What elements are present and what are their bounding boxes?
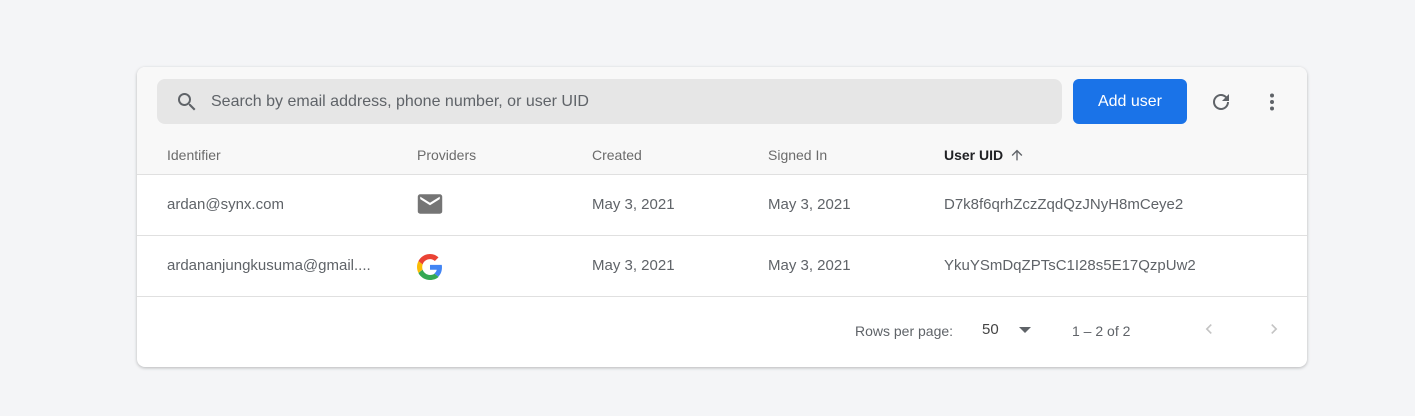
table-row[interactable]: ardananjungkusuma@gmail.... May 3, 2021 … — [137, 236, 1307, 297]
users-card: Add user Identifier Providers Created Si… — [137, 67, 1307, 367]
search-icon — [178, 92, 196, 110]
rows-per-page-label: Rows per page: — [855, 323, 954, 339]
created-cell: May 3, 2021 — [592, 196, 675, 213]
search-input[interactable] — [211, 92, 1031, 111]
dropdown-icon — [1018, 326, 1031, 333]
rows-per-page-value: 50 — [982, 321, 999, 338]
header-created[interactable]: Created — [592, 147, 642, 163]
header-identifier[interactable]: Identifier — [167, 147, 221, 163]
uid-cell: YkuYSmDqZPTsC1I28s5E17QzpUw2 — [944, 257, 1196, 274]
uid-cell: D7k8f6qrhZczZqdQzJNyH8mCeye2 — [944, 196, 1184, 213]
header-providers: Providers — [417, 147, 477, 163]
google-icon — [417, 254, 443, 284]
identifier-cell: ardananjungkusuma@gmail.... — [167, 257, 371, 274]
header-user-uid[interactable]: User UID — [944, 147, 1025, 163]
pagination: Rows per page: 50 1 – 2 of 2 — [137, 297, 1307, 367]
created-cell: May 3, 2021 — [592, 257, 675, 274]
toolbar: Add user Identifier Providers Created Si… — [137, 67, 1307, 175]
refresh-icon[interactable] — [1208, 89, 1234, 115]
prev-page-icon[interactable] — [1199, 319, 1219, 342]
more-vert-icon[interactable] — [1259, 89, 1285, 115]
signed-in-cell: May 3, 2021 — [768, 196, 851, 213]
add-user-button[interactable]: Add user — [1073, 79, 1187, 124]
table-row[interactable]: ardan@synx.com May 3, 2021 May 3, 2021 D… — [137, 175, 1307, 236]
signed-in-cell: May 3, 2021 — [768, 257, 851, 274]
email-icon — [417, 193, 443, 219]
rows-per-page-select[interactable]: 50 — [982, 321, 1031, 338]
header-signed-in[interactable]: Signed In — [768, 147, 827, 163]
next-page-icon[interactable] — [1264, 319, 1284, 342]
page-range: 1 – 2 of 2 — [1072, 323, 1131, 339]
search-box[interactable] — [157, 79, 1062, 124]
header-user-uid-label: User UID — [944, 147, 1004, 163]
identifier-cell: ardan@synx.com — [167, 196, 284, 213]
arrow-up-icon — [1011, 149, 1023, 161]
